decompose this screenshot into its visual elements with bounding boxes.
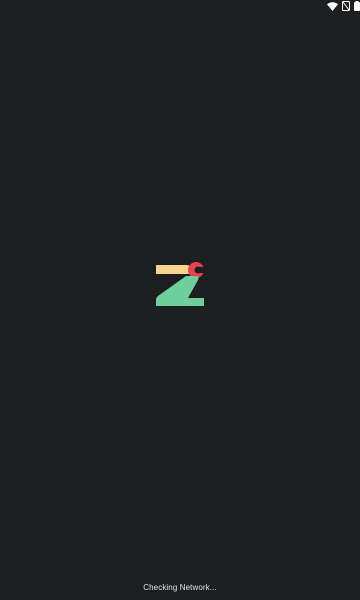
status-icons	[327, 1, 360, 11]
app-logo	[154, 258, 210, 308]
signal-off-icon	[342, 1, 350, 11]
splash-screen: Checking Network...	[0, 0, 360, 600]
loading-status-text: Checking Network...	[143, 583, 217, 592]
wifi-icon	[327, 1, 338, 11]
status-bar	[0, 0, 360, 14]
battery-icon	[354, 1, 360, 11]
